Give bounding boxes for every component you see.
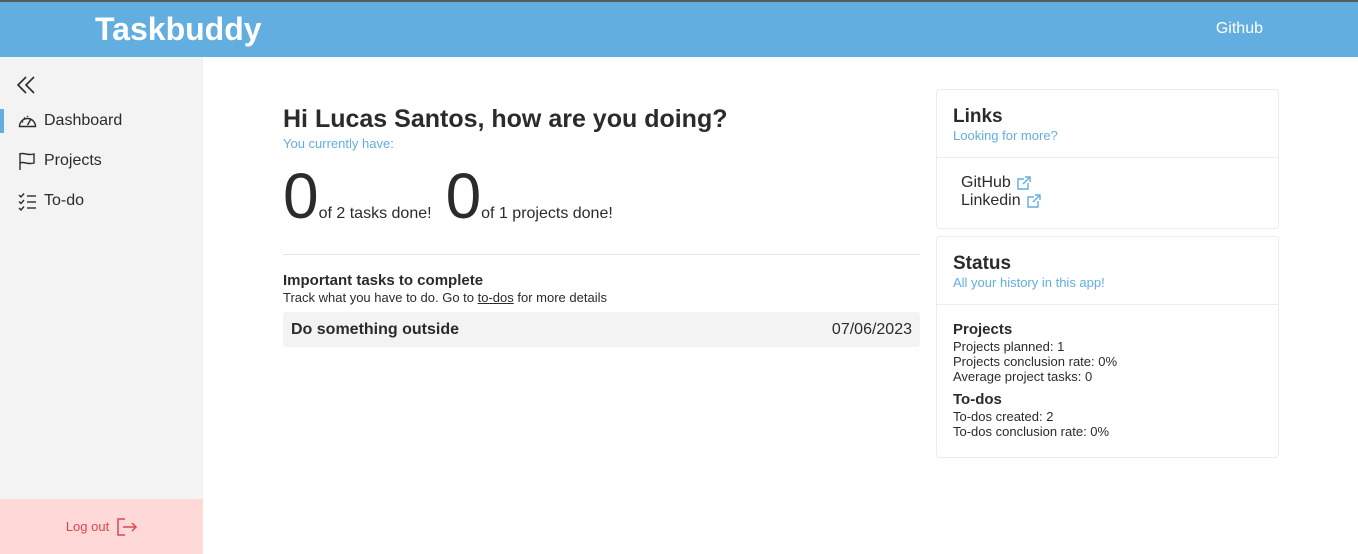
- sidebar-item-label: To-do: [44, 192, 85, 209]
- projects-done-label: of 1 projects done!: [481, 205, 613, 222]
- task-title: Do something outside: [291, 320, 459, 338]
- sidebar-item-todo[interactable]: To-do: [0, 188, 203, 214]
- links-list: GitHub Linkedin: [937, 158, 1278, 226]
- status-title: Status: [953, 253, 1012, 274]
- collapse-sidebar-button[interactable]: [16, 75, 38, 95]
- links-subtitle: Looking for more?: [953, 128, 1058, 143]
- todos-link[interactable]: to-dos: [478, 290, 514, 305]
- sidebar-item-projects[interactable]: Projects: [0, 148, 203, 174]
- tasks-done-label: of 2 tasks done!: [318, 205, 432, 222]
- external-link-icon: [1026, 193, 1041, 208]
- projects-stats-title: Projects: [953, 321, 1013, 338]
- top-bar: Taskbuddy Github: [0, 0, 1358, 57]
- divider: [283, 254, 920, 255]
- link-label: Linkedin: [961, 192, 1021, 209]
- description-text: for more details: [513, 290, 607, 305]
- logout-label: Log out: [65, 519, 110, 534]
- stat-line: Projects planned: 1: [953, 339, 1065, 354]
- task-row[interactable]: Do something outside 07/06/2023: [283, 312, 920, 347]
- important-tasks-description: Track what you have to do. Go to to-dos …: [283, 290, 607, 305]
- double-chevron-left-icon: [16, 76, 35, 94]
- link-label: GitHub: [961, 174, 1011, 191]
- stat-line: To-dos conclusion rate: 0%: [953, 424, 1110, 439]
- status-subtitle: All your history in this app!: [953, 275, 1105, 290]
- task-date: 07/06/2023: [831, 320, 912, 338]
- sidebar: Dashboard Projects To-do Log out: [0, 57, 203, 554]
- logout-button[interactable]: Log out: [0, 499, 203, 554]
- card-header: Links Looking for more?: [937, 90, 1278, 158]
- github-external-link[interactable]: GitHub: [961, 174, 1254, 192]
- important-tasks-title: Important tasks to complete: [283, 272, 484, 289]
- linkedin-external-link[interactable]: Linkedin: [961, 192, 1254, 210]
- card-header: Status All your history in this app!: [937, 237, 1278, 305]
- todos-stats-title: To-dos: [953, 391, 1002, 408]
- github-nav-link[interactable]: Github: [1216, 20, 1263, 38]
- status-body: Projects Projects planned: 1 Projects co…: [937, 305, 1278, 455]
- app-brand[interactable]: Taskbuddy: [95, 11, 262, 48]
- flag-icon: [17, 151, 38, 172]
- projects-done-count: 0: [445, 160, 482, 232]
- stat-line: Projects conclusion rate: 0%: [953, 354, 1118, 369]
- page-title: Hi Lucas Santos, how are you doing?: [283, 105, 728, 133]
- projects-stats-group: Projects Projects planned: 1 Projects co…: [953, 321, 1262, 384]
- external-link-icon: [1017, 175, 1031, 190]
- todos-stats-group: To-dos To-dos created: 2 To-dos conclusi…: [953, 391, 1262, 439]
- sidebar-item-label: Projects: [44, 152, 102, 169]
- status-card: Status All your history in this app! Pro…: [936, 236, 1279, 458]
- links-title: Links: [953, 106, 1003, 127]
- page-subtitle: You currently have:: [283, 136, 394, 151]
- links-card: Links Looking for more? GitHub Linkedin: [936, 89, 1279, 229]
- stats-summary: 0 of 2 tasks done! 0 of 1 projects done!: [283, 164, 627, 228]
- checklist-icon: [17, 191, 38, 212]
- logout-icon: [117, 517, 138, 536]
- sidebar-item-label: Dashboard: [44, 112, 123, 129]
- stat-line: To-dos created: 2: [953, 409, 1054, 424]
- stat-line: Average project tasks: 0: [953, 369, 1093, 384]
- tasks-done-count: 0: [283, 160, 319, 232]
- gauge-icon: [17, 111, 38, 132]
- sidebar-item-dashboard[interactable]: Dashboard: [0, 108, 203, 134]
- description-text: Track what you have to do. Go to: [283, 290, 478, 305]
